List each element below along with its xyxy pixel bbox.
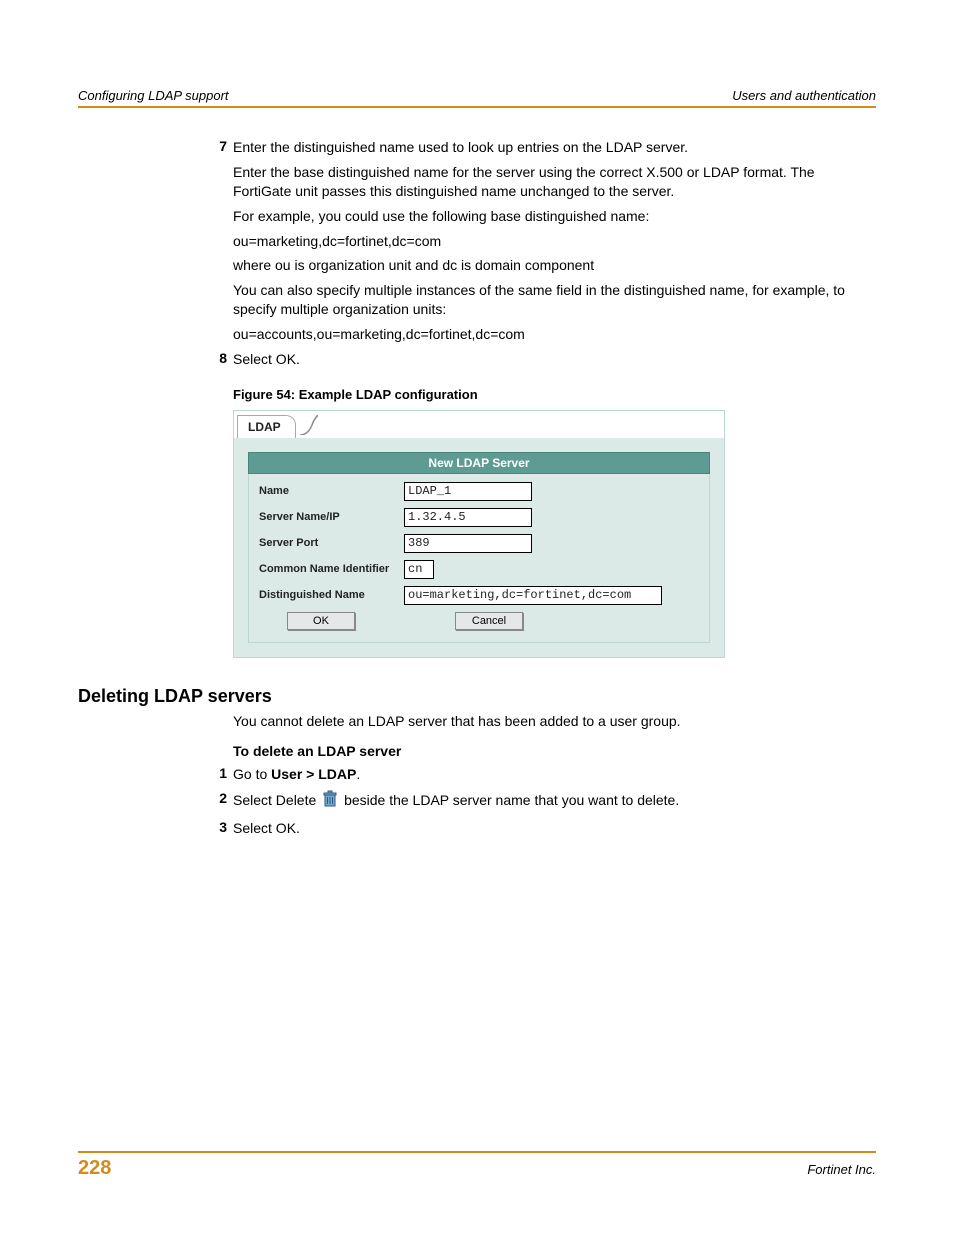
name-input[interactable]: LDAP_1 [404, 482, 532, 501]
step-7: 7 Enter the distinguished name used to l… [233, 138, 876, 344]
step-number: 3 [197, 819, 227, 835]
ldap-tab[interactable]: LDAP [237, 415, 296, 438]
body-text: Go to User > LDAP. [233, 765, 876, 784]
cancel-button[interactable]: Cancel [455, 612, 523, 630]
step-number: 2 [197, 790, 227, 806]
delete-step-2: 2 Select Delete beside the LDAP server n… [233, 790, 876, 813]
cn-label: Common Name Identifier [259, 563, 404, 575]
port-input[interactable]: 389 [404, 534, 532, 553]
procedure-heading: To delete an LDAP server [233, 743, 876, 759]
dn-label: Distinguished Name [259, 589, 404, 601]
body-text: Select OK. [233, 350, 876, 369]
server-label: Server Name/IP [259, 511, 404, 523]
body-text: You can also specify multiple instances … [233, 281, 876, 319]
figure-caption: Figure 54: Example LDAP configuration [233, 387, 876, 402]
step-8: 8 Select OK. [233, 350, 876, 369]
section-heading: Deleting LDAP servers [78, 686, 876, 707]
body-text: ou=accounts,ou=marketing,dc=fortinet,dc=… [233, 325, 876, 344]
tab-curve-icon [300, 415, 318, 438]
body-text: You cannot delete an LDAP server that ha… [233, 713, 876, 729]
step-number: 8 [197, 350, 227, 366]
body-text: Select Delete beside the LDAP server nam… [233, 790, 876, 813]
port-label: Server Port [259, 537, 404, 549]
cn-input[interactable]: cn [404, 560, 434, 579]
footer-company: Fortinet Inc. [807, 1162, 876, 1177]
header-left: Configuring LDAP support [78, 88, 229, 103]
page-number: 228 [78, 1157, 111, 1180]
header-right: Users and authentication [732, 88, 876, 103]
trash-icon [322, 790, 338, 813]
delete-step-1: 1 Go to User > LDAP. [233, 765, 876, 784]
server-input[interactable]: 1.32.4.5 [404, 508, 532, 527]
dn-input[interactable]: ou=marketing,dc=fortinet,dc=com [404, 586, 662, 605]
page-footer: 228 Fortinet Inc. [78, 1151, 876, 1180]
ldap-config-screenshot: LDAP New LDAP Server Name LDAP_1 Server … [233, 410, 725, 658]
form-title: New LDAP Server [248, 452, 710, 474]
delete-step-3: 3 Select OK. [233, 819, 876, 838]
body-text: For example, you could use the following… [233, 207, 876, 226]
body-text: Enter the distinguished name used to loo… [233, 138, 876, 157]
step-number: 7 [197, 138, 227, 154]
ok-button[interactable]: OK [287, 612, 355, 630]
body-text: where ou is organization unit and dc is … [233, 256, 876, 275]
body-text: Enter the base distinguished name for th… [233, 163, 876, 201]
name-label: Name [259, 485, 404, 497]
body-text: ou=marketing,dc=fortinet,dc=com [233, 232, 876, 251]
step-number: 1 [197, 765, 227, 781]
body-text: Select OK. [233, 819, 876, 838]
running-header: Configuring LDAP support Users and authe… [78, 88, 876, 108]
